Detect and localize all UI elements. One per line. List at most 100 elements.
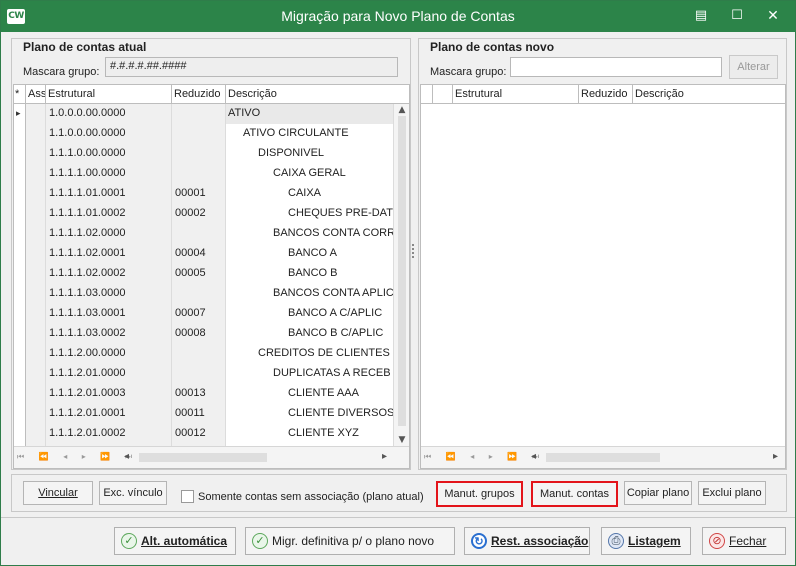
panel-splitter[interactable] [412,244,415,258]
new-horizontal-scroll-thumb[interactable] [546,453,660,462]
alterar-button[interactable]: Alterar [729,55,778,79]
cell-estrutural[interactable]: 1.1.1.1.00.0000 [46,164,172,184]
table-row[interactable]: 1.1.0.0.00.0000 ATIVO CIRCULANTE [14,124,394,144]
cell-estrutural[interactable]: 1.1.1.2.01.0002 [46,424,172,444]
table-row[interactable]: 1.0.0.0.00.0000 ATIVO [14,104,394,124]
cell-descricao[interactable]: BANCOS CONTA APLIC [226,284,394,304]
cell-descricao[interactable]: DUPLICATAS A RECEB [226,364,394,384]
menu-icon[interactable]: ▤ [689,6,713,26]
row-indicator[interactable] [14,144,26,164]
table-row[interactable]: 1.1.1.1.02.0001 00004 BANCO A [14,244,394,264]
row-indicator[interactable] [14,424,26,444]
table-row[interactable]: 1.1.1.2.00.0000 CREDITOS DE CLIENTES [14,344,394,364]
horizontal-scroll-thumb[interactable] [139,453,267,462]
cell-estrutural[interactable]: 1.1.1.2.01.0003 [46,384,172,404]
cell-reduzido[interactable]: 00004 [172,244,226,264]
col-header-star[interactable]: * [14,85,26,104]
cell-estrutural[interactable]: 1.1.1.0.00.0000 [46,144,172,164]
record-navigator-icons[interactable]: ⏮ ⏪ ◂ ▸ ⏩ ⏭ [17,452,138,462]
row-indicator[interactable] [14,104,26,124]
table-row[interactable]: 1.1.1.2.01.0001 00011 CLIENTE DIVERSOS [14,404,394,424]
cell-reduzido[interactable] [172,344,226,364]
cell-ass[interactable] [26,224,46,244]
cell-estrutural[interactable]: 1.1.1.1.03.0002 [46,324,172,344]
cell-estrutural[interactable]: 1.1.1.1.03.0001 [46,304,172,324]
cell-ass[interactable] [26,424,46,444]
new-col-header-reduzido[interactable]: Reduzido [579,85,633,104]
cell-ass[interactable] [26,304,46,324]
vertical-scrollbar[interactable]: ▲ ▼ [394,104,409,446]
new-plan-grid[interactable]: Estrutural Reduzido Descrição ⏮ ⏪ ◂ ▸ ⏩ … [420,84,786,469]
cell-estrutural[interactable]: 1.1.1.2.01.0001 [46,404,172,424]
new-col-header-descricao[interactable]: Descrição [633,85,785,104]
manut-contas-button[interactable]: Manut. contas [531,481,618,507]
cell-ass[interactable] [26,284,46,304]
cell-descricao[interactable]: CHEQUES PRE-DAT [226,204,394,224]
cell-estrutural[interactable]: 1.1.0.0.00.0000 [46,124,172,144]
cell-ass[interactable] [26,184,46,204]
scroll-thumb[interactable] [398,116,406,426]
new-col-header-estrutural[interactable]: Estrutural [453,85,579,104]
row-indicator[interactable] [14,264,26,284]
table-row[interactable]: 1.1.1.1.02.0000 BANCOS CONTA CORR [14,224,394,244]
vincular-button[interactable]: Vincular [23,481,93,505]
cell-descricao[interactable]: ATIVO CIRCULANTE [226,124,394,144]
cell-descricao[interactable]: CAIXA GERAL [226,164,394,184]
cell-descricao[interactable]: DISPONIVEL [226,144,394,164]
cell-estrutural[interactable]: 1.0.0.0.00.0000 [46,104,172,124]
row-indicator[interactable] [14,404,26,424]
cell-ass[interactable] [26,344,46,364]
cell-estrutural[interactable]: 1.1.1.2.00.0000 [46,344,172,364]
row-indicator[interactable] [14,324,26,344]
cell-ass[interactable] [26,204,46,224]
cell-reduzido[interactable] [172,284,226,304]
current-mask-input[interactable]: #.#.#.#.##.#### [105,57,398,77]
cell-ass[interactable] [26,404,46,424]
cell-descricao[interactable]: BANCOS CONTA CORR [226,224,394,244]
cell-reduzido[interactable]: 00013 [172,384,226,404]
cell-descricao[interactable]: ATIVO [226,104,394,124]
cell-estrutural[interactable]: 1.1.1.1.01.0002 [46,204,172,224]
table-row[interactable]: 1.1.1.2.01.0003 00013 CLIENTE AAA [14,384,394,404]
somente-contas-checkbox[interactable] [181,490,194,503]
cell-reduzido[interactable] [172,224,226,244]
listagem-button[interactable]: ⎙ Listagem [601,527,691,555]
cell-ass[interactable] [26,104,46,124]
cell-ass[interactable] [26,324,46,344]
row-indicator[interactable] [14,244,26,264]
cell-descricao[interactable]: BANCO A [226,244,394,264]
exc-vinculo-button[interactable]: Exc. vínculo [99,481,167,505]
cell-estrutural[interactable]: 1.1.1.1.01.0001 [46,184,172,204]
cell-descricao[interactable]: CLIENTE AAA [226,384,394,404]
row-indicator[interactable] [14,164,26,184]
row-indicator[interactable] [14,184,26,204]
row-indicator[interactable] [14,124,26,144]
cell-ass[interactable] [26,164,46,184]
new-scroll-left-icon[interactable]: ◂ [531,451,536,462]
alt-automatica-button[interactable]: ✓ Alt. automática [114,527,236,555]
manut-grupos-button[interactable]: Manut. grupos [436,481,523,507]
maximize-icon[interactable]: ☐ [725,6,749,26]
row-indicator[interactable] [14,384,26,404]
table-row[interactable]: 1.1.1.2.01.0000 DUPLICATAS A RECEB [14,364,394,384]
row-indicator[interactable] [14,304,26,324]
cell-estrutural[interactable]: 1.1.1.1.02.0002 [46,264,172,284]
exclui-plano-button[interactable]: Exclui plano [698,481,766,505]
cell-descricao[interactable]: CLIENTE XYZ [226,424,394,444]
cell-ass[interactable] [26,144,46,164]
row-indicator[interactable] [14,284,26,304]
cell-estrutural[interactable]: 1.1.1.1.02.0001 [46,244,172,264]
table-row[interactable]: 1.1.1.1.03.0000 BANCOS CONTA APLIC [14,284,394,304]
migr-definitiva-button[interactable]: ✓ Migr. definitiva p/ o plano novo [245,527,455,555]
new-mask-input[interactable] [510,57,722,77]
cell-descricao[interactable]: BANCO B C/APLIC [226,324,394,344]
cell-descricao[interactable]: CAIXA [226,184,394,204]
close-icon[interactable]: ✕ [761,6,785,26]
new-record-navigator-icons[interactable]: ⏮ ⏪ ◂ ▸ ⏩ ⏭ [424,452,545,462]
table-row[interactable]: 1.1.1.1.01.0002 00002 CHEQUES PRE-DAT [14,204,394,224]
cell-reduzido[interactable] [172,164,226,184]
cell-reduzido[interactable]: 00002 [172,204,226,224]
cell-ass[interactable] [26,364,46,384]
cell-reduzido[interactable] [172,124,226,144]
cell-reduzido[interactable] [172,364,226,384]
